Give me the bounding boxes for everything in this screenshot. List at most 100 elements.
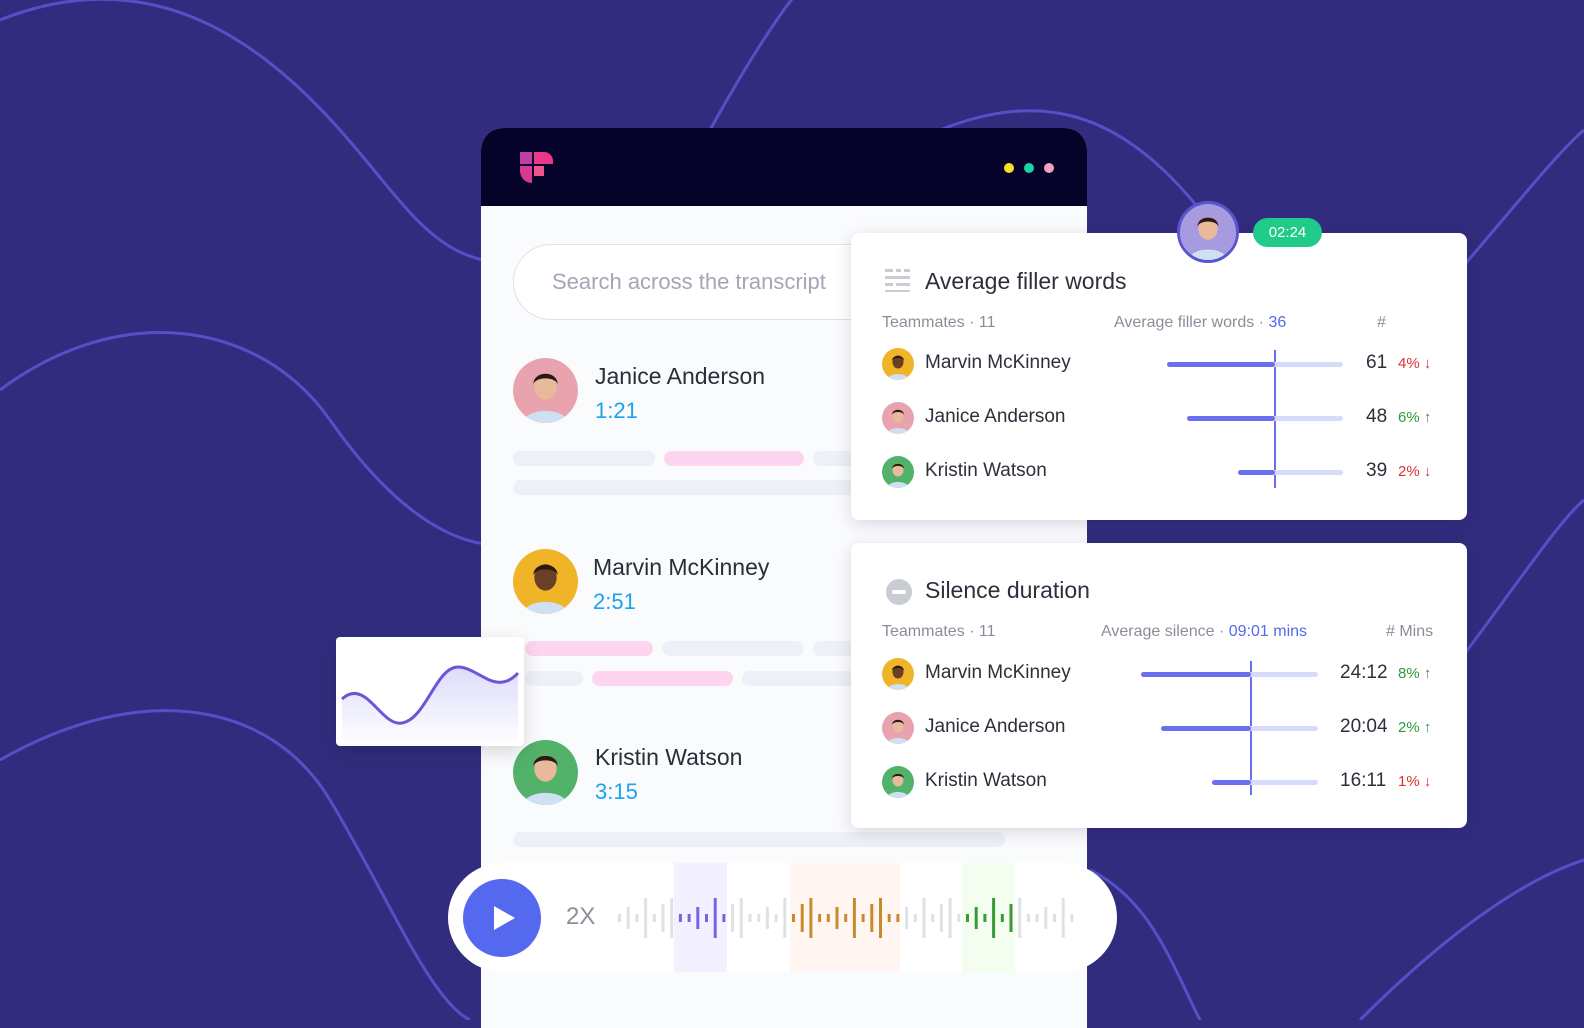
waveform-highlight <box>962 863 1015 972</box>
transcript-line <box>513 832 1005 847</box>
waveform-bar <box>670 898 674 938</box>
speaker-time[interactable]: 2:51 <box>593 589 636 615</box>
bar-fill <box>1238 470 1275 475</box>
waveform-bar <box>661 904 665 932</box>
speaker-name: Kristin Watson <box>595 744 743 770</box>
play-button[interactable] <box>463 879 541 957</box>
person-icon <box>1180 204 1236 260</box>
avatar <box>882 402 914 434</box>
avatar <box>513 740 578 805</box>
transcript-highlight <box>664 451 804 466</box>
waveform-bar <box>966 914 969 922</box>
window-header <box>481 128 1087 206</box>
waveform-bar <box>1061 898 1065 938</box>
waveform-bar <box>1000 914 1004 922</box>
teammate-name: Marvin McKinney <box>925 352 1071 373</box>
window-dot-pink <box>1044 163 1054 173</box>
waveform-bar <box>879 898 882 938</box>
average-label-text: Average silence · <box>1101 623 1229 640</box>
app-logo <box>520 152 553 183</box>
caller-avatar <box>1177 201 1239 263</box>
play-icon <box>494 906 515 930</box>
waveform-bar <box>618 914 621 922</box>
waveform-bar <box>783 898 787 938</box>
transcript-line <box>513 451 655 466</box>
person-icon <box>882 712 914 744</box>
waveform-bar <box>696 907 700 929</box>
speaker-time[interactable]: 1:21 <box>595 398 638 424</box>
waveform-bar <box>957 914 961 922</box>
delta-up: 8% ↑ <box>1398 665 1432 682</box>
window-dot-yellow <box>1004 163 1014 173</box>
waveform-bar <box>931 914 935 922</box>
bar-fill <box>1212 780 1251 785</box>
bar-fill <box>1161 726 1251 731</box>
row-value: 61 <box>1366 352 1388 373</box>
avatar <box>513 358 578 423</box>
audio-waveform[interactable] <box>600 863 1090 972</box>
speaker-time[interactable]: 3:15 <box>595 779 638 805</box>
panel-title: Silence duration <box>925 577 1090 603</box>
waveform-bar <box>974 907 978 929</box>
waveform-bar <box>852 898 856 938</box>
average-label-text: Average filler words · <box>1114 314 1269 331</box>
person-icon <box>882 766 914 798</box>
transcript-highlight <box>592 671 733 686</box>
waveform-bar <box>905 907 909 929</box>
teammate-name: Janice Anderson <box>925 716 1066 737</box>
person-icon <box>882 658 914 690</box>
person-icon <box>513 740 578 805</box>
waveform-bar <box>713 898 717 938</box>
transcript-highlight <box>525 641 653 656</box>
window-dot-teal <box>1024 163 1034 173</box>
row-value: 20:04 <box>1340 716 1388 737</box>
person-icon <box>882 402 914 434</box>
waveform-bar <box>792 914 795 922</box>
waveform-bar <box>835 907 839 929</box>
waveform-bar <box>774 914 778 922</box>
avatar <box>882 348 914 380</box>
list-icon <box>885 269 910 292</box>
person-icon <box>513 358 578 423</box>
teammates-count: Teammates · 11 <box>882 623 996 640</box>
row-value: 48 <box>1366 406 1388 427</box>
waveform-bar <box>870 904 874 932</box>
waveform-bar <box>705 914 708 922</box>
column-header: # <box>1377 314 1386 331</box>
waveform-bar <box>861 914 865 922</box>
waveform-bar <box>826 914 830 922</box>
waveform-bar <box>896 914 900 922</box>
delta-down: 2% ↓ <box>1398 463 1432 480</box>
waveform-bar <box>626 907 630 929</box>
waveform-bar <box>1044 907 1048 929</box>
avatar <box>882 456 914 488</box>
teammate-name: Kristin Watson <box>925 460 1047 481</box>
waveform-bar <box>992 898 996 938</box>
person-icon <box>882 456 914 488</box>
waveform-bar <box>818 914 822 922</box>
waveform-bar <box>731 904 735 932</box>
speaker-name: Janice Anderson <box>595 363 766 389</box>
delta-down: 4% ↓ <box>1398 355 1432 372</box>
silence-duration-panel: Silence duration Teammates · 11 Average … <box>851 543 1467 828</box>
avatar <box>882 712 914 744</box>
filler-words-panel: Average filler words Teammates · 11 Aver… <box>851 233 1467 520</box>
playback-speed-button[interactable]: 2X <box>566 903 595 931</box>
avatar <box>882 658 914 690</box>
waveform-bar <box>652 914 656 922</box>
waveform-bar <box>1035 914 1039 922</box>
person-icon <box>513 549 578 614</box>
trend-chart-card <box>336 637 524 746</box>
average-value: 09:01 mins <box>1228 623 1308 640</box>
waveform-bar <box>809 898 813 938</box>
delta-up: 6% ↑ <box>1398 409 1432 426</box>
delta-down: 1% ↓ <box>1398 773 1432 790</box>
waveform-bar <box>800 904 804 932</box>
waveform-bar <box>687 914 691 922</box>
panel-title: Average filler words <box>925 268 1127 294</box>
average-label: Average silence · 09:01 mins <box>1101 623 1307 641</box>
waveform-bar <box>1053 914 1056 922</box>
waveform-bar <box>722 914 726 922</box>
waveform-bar <box>739 898 743 938</box>
transcript-line <box>662 641 804 656</box>
